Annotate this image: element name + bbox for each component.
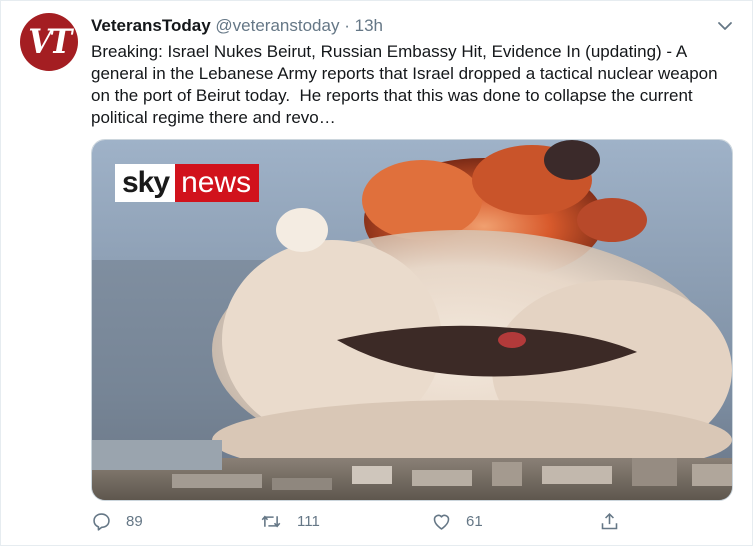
tweet-card[interactable]: VT VeteransToday @veteranstoday · 13h Br… [0, 0, 753, 546]
tweet-text: Breaking: Israel Nukes Beirut, Russian E… [91, 42, 723, 127]
sky-news-logo-news: news [175, 164, 260, 202]
heart-icon [433, 514, 450, 530]
like-button[interactable]: 61 [431, 511, 483, 532]
share-icon [601, 512, 618, 530]
retweet-count: 111 [297, 513, 320, 530]
tweet-actions: 89 111 61 [91, 511, 731, 535]
sky-news-logo: sky news [115, 164, 260, 202]
retweet-icon [261, 515, 281, 528]
display-name[interactable]: VeteransToday [91, 16, 211, 35]
avatar-logo-text: VT [28, 22, 72, 62]
sky-news-logo-sky: sky [115, 164, 176, 202]
user-handle[interactable]: @veteranstoday [215, 16, 339, 35]
like-count: 61 [466, 513, 483, 530]
chevron-down-icon[interactable] [714, 15, 736, 37]
share-button[interactable] [599, 511, 634, 532]
retweet-button[interactable]: 111 [259, 511, 320, 532]
separator-dot: · [344, 16, 350, 35]
timestamp[interactable]: 13h [355, 16, 383, 35]
reply-icon [93, 513, 110, 531]
avatar[interactable]: VT [20, 13, 78, 71]
tweet-header: VeteransToday @veteranstoday · 13h [91, 15, 383, 37]
reply-count: 89 [126, 513, 143, 530]
reply-button[interactable]: 89 [91, 511, 143, 532]
